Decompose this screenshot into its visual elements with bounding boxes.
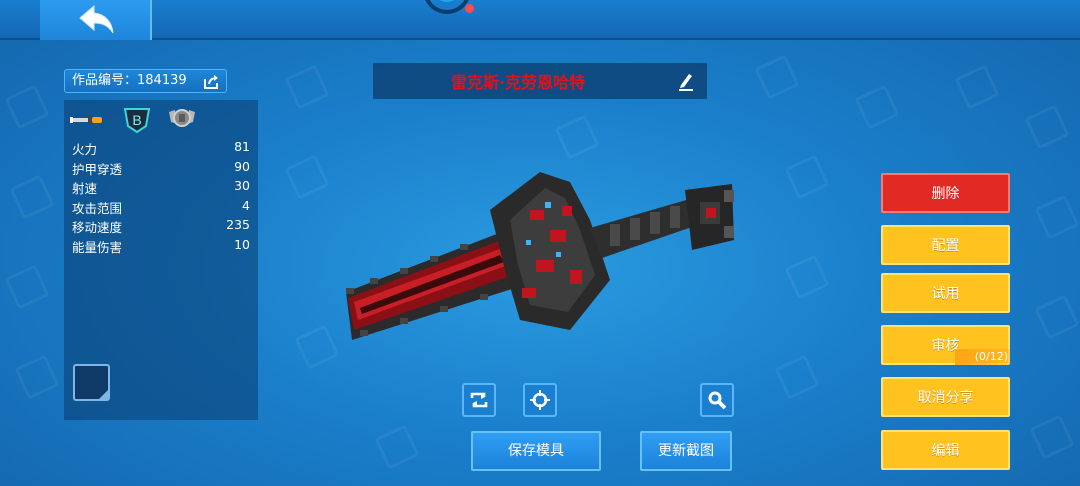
stat-label: 攻击范围 — [72, 200, 123, 216]
stat-label: 移动速度 — [72, 220, 123, 235]
try-button[interactable]: 试用 — [881, 273, 1010, 313]
review-count-badge: (0/12) — [955, 349, 1010, 365]
stat-row-move-speed: 移动速度 235 — [72, 217, 250, 236]
svg-text:B: B — [132, 112, 141, 128]
share-icon[interactable] — [203, 73, 220, 90]
stat-value: 90 — [234, 158, 250, 174]
stat-value: 81 — [234, 139, 250, 154]
update-screenshot-button[interactable]: 更新截图 — [640, 431, 732, 471]
stat-row-armor-penetration: 护甲穿透 90 — [72, 159, 250, 178]
stat-label: 护甲穿透 — [72, 161, 123, 177]
work-id-text: 作品编号：184139 — [72, 73, 187, 88]
stat-label: 火力 — [72, 142, 98, 157]
stat-value: 30 — [234, 178, 250, 193]
top-bar — [0, 0, 1080, 40]
stat-row-energy-damage: 能量伤害 10 — [72, 237, 250, 256]
stats-panel: B 火力 81 护甲穿透 90 射速 30 攻击范围 4 移动速度 235 能量… — [64, 100, 258, 420]
center-button[interactable] — [523, 383, 557, 417]
magnifier-icon — [708, 391, 727, 410]
zoom-button[interactable] — [700, 383, 734, 417]
stat-value: 10 — [234, 236, 250, 252]
configure-button[interactable]: 配置 — [881, 225, 1010, 265]
save-model-button[interactable]: 保存模具 — [471, 431, 601, 471]
rotate-button[interactable] — [462, 383, 496, 417]
cancel-share-button[interactable]: 取消分享 — [881, 377, 1010, 417]
rotate-icon — [470, 392, 488, 408]
back-button[interactable] — [40, 0, 152, 40]
rank-b-badge-icon: B — [123, 108, 151, 134]
pencil-icon[interactable] — [677, 71, 695, 91]
work-id-label: 作品编号：184139 — [64, 69, 227, 93]
stat-label: 射速 — [72, 181, 98, 196]
weapon-name-bar: 雷克斯·克劳恩哈特 — [373, 63, 707, 99]
stat-row-attack-range: 攻击范围 4 — [72, 198, 250, 217]
knife-icon — [70, 116, 102, 124]
edit-button[interactable]: 编辑 — [881, 430, 1010, 470]
level-badge-icon — [169, 109, 195, 127]
weapon-name: 雷克斯·克劳恩哈特 — [450, 73, 586, 92]
center-emblem-icon — [423, 0, 471, 14]
back-arrow-icon — [79, 4, 114, 34]
stat-label: 能量伤害 — [72, 239, 123, 255]
delete-button[interactable]: 删除 — [881, 173, 1010, 213]
folded-page-icon — [99, 390, 108, 399]
stat-row-fire-rate: 射速 30 — [72, 178, 250, 197]
stat-value: 4 — [242, 197, 250, 213]
stat-row-firepower: 火力 81 — [72, 139, 250, 158]
notification-dot — [465, 4, 474, 13]
weapon-model[interactable] — [340, 170, 740, 350]
stat-value: 235 — [226, 217, 250, 232]
crosshair-icon — [530, 390, 550, 410]
item-slot[interactable] — [73, 364, 110, 401]
